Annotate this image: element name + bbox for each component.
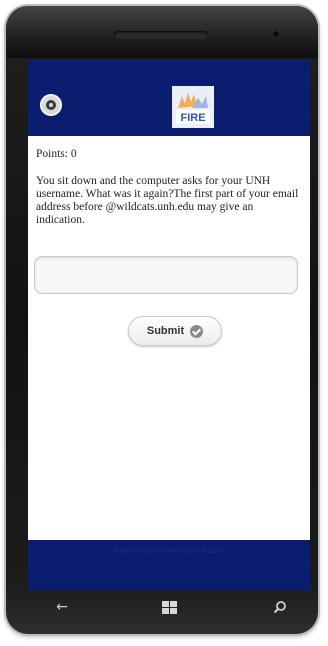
check-icon [190,324,204,338]
points-display: Points: 0 [36,148,77,160]
settings-icon [46,100,56,110]
status-bar [28,60,310,80]
phone-frame: FIRE Points: 0 You sit down and the comp… [6,6,318,634]
front-camera [272,30,280,38]
question-content: Points: 0 You sit down and the computer … [36,148,304,227]
logo-text: FIRE [180,112,205,124]
app-header: FIRE [28,80,310,136]
start-button[interactable] [149,590,189,624]
submit-label: Submit [146,325,185,337]
earpiece-speaker [114,31,208,39]
search-icon [273,601,286,614]
windows-start-icon [161,600,177,614]
app-screen: FIRE Points: 0 You sit down and the comp… [28,60,310,590]
hardware-nav-bar: ← [28,590,310,628]
submit-button[interactable]: Submit [128,316,222,346]
settings-button[interactable] [40,94,62,116]
question-text: You sit down and the computer asks for y… [36,175,299,226]
logo-graphic: FIRE [172,86,214,128]
answer-input[interactable] [34,256,298,294]
back-button[interactable]: ← [42,590,82,624]
app-footer: Powered by The Adventure Builder [28,540,310,590]
back-arrow-icon: ← [56,599,68,615]
footer-text: Powered by The Adventure Builder [114,548,224,555]
search-button[interactable] [260,590,300,624]
fire-logo: FIRE [172,86,214,128]
phone-top-bezel [6,6,318,58]
